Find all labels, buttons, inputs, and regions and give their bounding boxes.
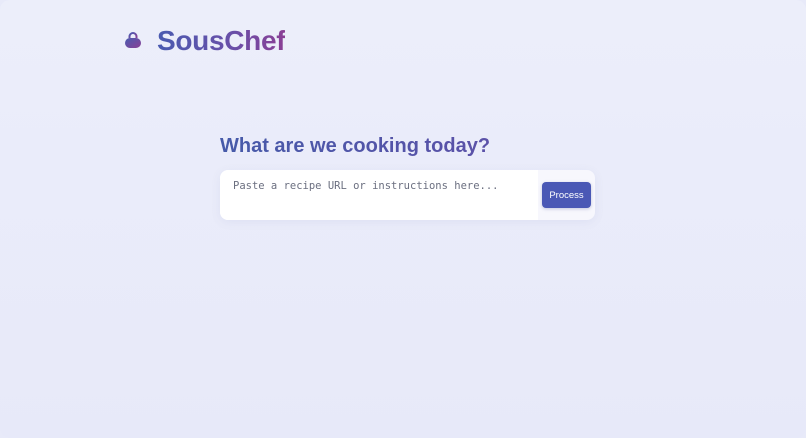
brand-name: SousChef	[157, 25, 286, 56]
process-button[interactable]: Process	[542, 182, 591, 208]
app-window: SousChef What are we cooking today? Proc…	[0, 0, 806, 438]
recipe-input-card: Process	[220, 170, 595, 220]
cooking-pot-icon	[123, 31, 143, 51]
page-heading: What are we cooking today?	[220, 132, 490, 160]
brand-header: SousChef	[123, 24, 286, 58]
recipe-input[interactable]	[220, 170, 538, 220]
